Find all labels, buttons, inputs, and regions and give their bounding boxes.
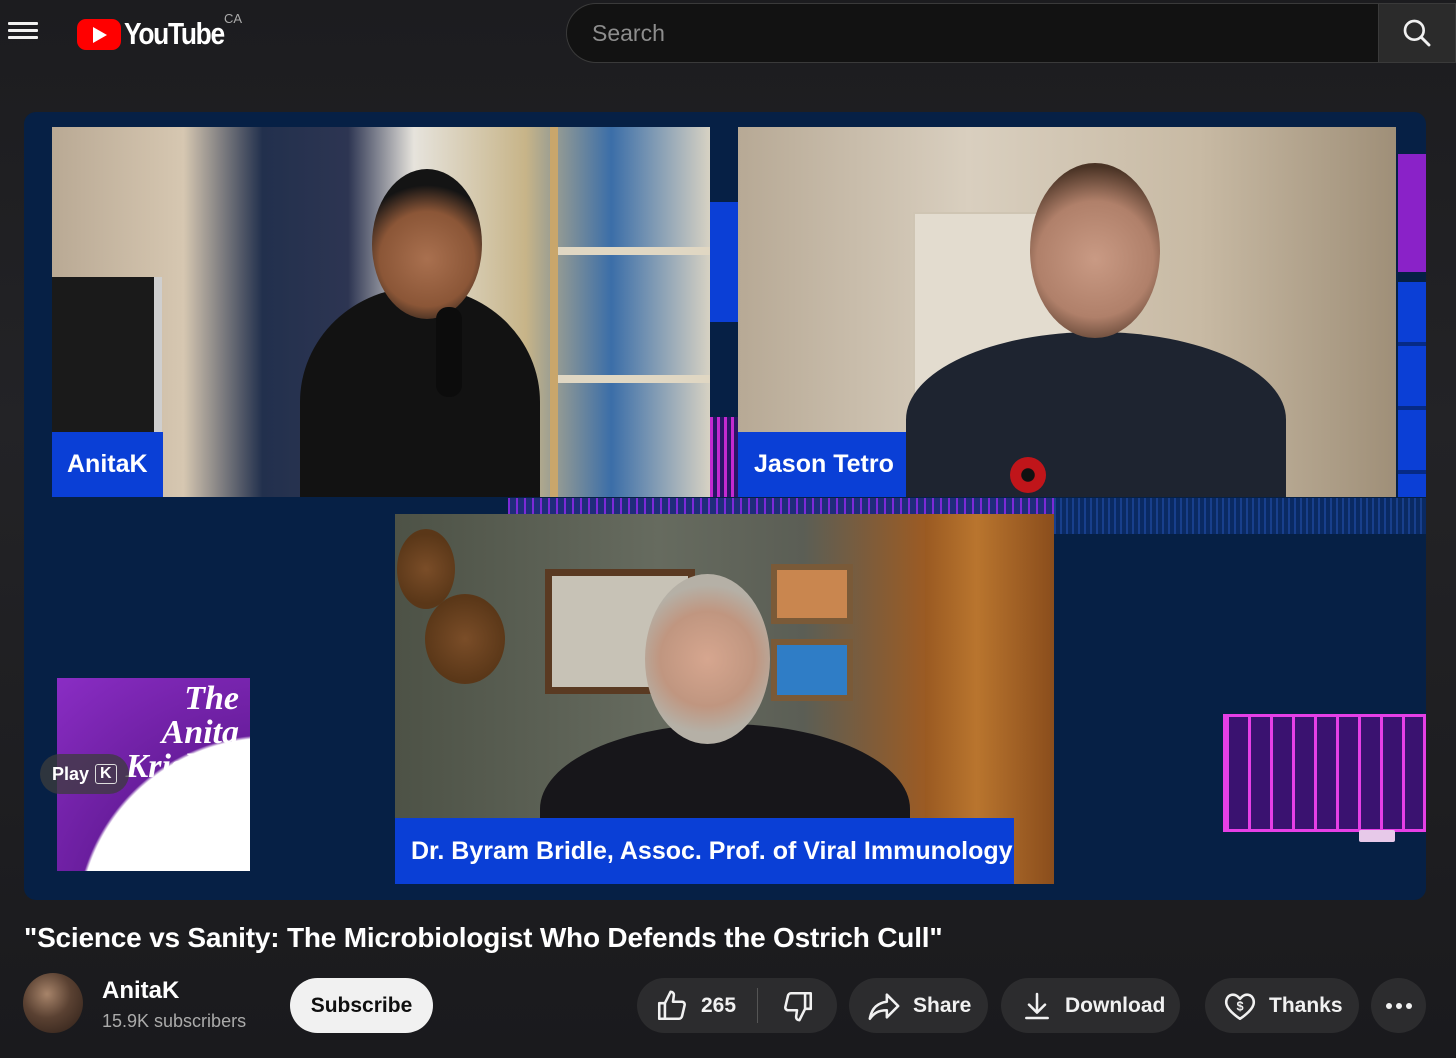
participant-tile-anitak: AnitaK — [52, 127, 710, 497]
participant-head — [372, 169, 482, 319]
participant-name: Dr. Byram Bridle, Assoc. Prof. of Viral … — [411, 836, 1013, 865]
search-icon — [1403, 19, 1431, 47]
country-code: CA — [224, 11, 243, 26]
participant-head — [645, 574, 770, 744]
download-button[interactable]: Download — [1001, 978, 1180, 1033]
bookshelf — [550, 127, 710, 497]
play-later-button[interactable]: Play K — [40, 754, 129, 794]
participant-name: AnitaK — [67, 450, 148, 478]
participant-name-tag: AnitaK — [52, 432, 163, 497]
poppy-icon — [1010, 457, 1046, 493]
video-player[interactable]: AnitaK Jason Tetro Dr. Byram Bridle, Ass… — [24, 112, 1426, 900]
like-button[interactable]: 265 — [637, 978, 757, 1033]
participant-silhouette — [906, 332, 1286, 497]
search-bar — [566, 3, 1456, 63]
accent-strip-right — [1054, 498, 1426, 534]
dislike-icon — [783, 991, 812, 1021]
accent-bar-right-top — [1398, 154, 1426, 272]
thanks-button[interactable]: $ Thanks — [1205, 978, 1359, 1033]
subscriber-count: 15.9K subscribers — [102, 1011, 247, 1031]
painting-frame — [771, 639, 853, 701]
search-input[interactable] — [566, 3, 1378, 63]
search-button[interactable] — [1378, 3, 1456, 63]
wall-basket — [397, 529, 455, 609]
subscribe-button[interactable]: Subscribe — [290, 978, 433, 1033]
download-icon — [1025, 992, 1049, 1019]
wall-basket — [425, 594, 505, 684]
play-later-label: Play — [52, 763, 90, 784]
accent-bar-left — [710, 202, 738, 322]
thanks-label: Thanks — [1269, 993, 1343, 1017]
share-button[interactable]: Share — [849, 978, 988, 1033]
more-actions-button[interactable] — [1371, 978, 1426, 1033]
like-count: 265 — [701, 993, 737, 1017]
dislike-button[interactable] — [758, 978, 837, 1033]
logo-text: YouTube — [124, 16, 225, 51]
participant-name-tag: Dr. Byram Bridle, Assoc. Prof. of Viral … — [395, 818, 1014, 884]
youtube-logo[interactable]: YouTube — [77, 16, 242, 52]
accent-small-badge — [1359, 830, 1395, 842]
participant-name-tag: Jason Tetro — [738, 432, 906, 497]
microphone — [436, 307, 462, 397]
participant-tile-byram-bridle: Dr. Byram Bridle, Assoc. Prof. of Viral … — [395, 514, 1054, 884]
show-logo-text: The Anita Krishna Show — [125, 680, 239, 819]
youtube-logo-icon — [77, 18, 121, 50]
participant-tile-jason-tetro: Jason Tetro — [738, 127, 1396, 497]
share-label: Share — [913, 993, 972, 1017]
svg-text:$: $ — [1236, 998, 1243, 1013]
download-label: Download — [1065, 993, 1166, 1017]
painting-frame — [771, 564, 853, 624]
accent-bar-magenta — [710, 417, 738, 497]
more-icon — [1385, 1002, 1412, 1009]
thanks-icon: $ — [1224, 992, 1256, 1020]
accent-bar-right-mid — [1398, 282, 1426, 497]
like-dislike-group: 265 — [637, 978, 837, 1033]
participant-name: Jason Tetro — [754, 450, 894, 478]
like-icon — [657, 990, 686, 1020]
accent-grid-magenta — [1223, 714, 1426, 832]
play-later-key: K — [95, 764, 117, 784]
channel-name[interactable]: AnitaK — [102, 977, 179, 1005]
participant-head — [1030, 163, 1160, 338]
menu-icon[interactable] — [8, 18, 38, 48]
share-icon — [868, 992, 900, 1020]
avatar[interactable] — [23, 973, 83, 1033]
video-title: "Science vs Sanity: The Microbiologist W… — [24, 922, 943, 953]
